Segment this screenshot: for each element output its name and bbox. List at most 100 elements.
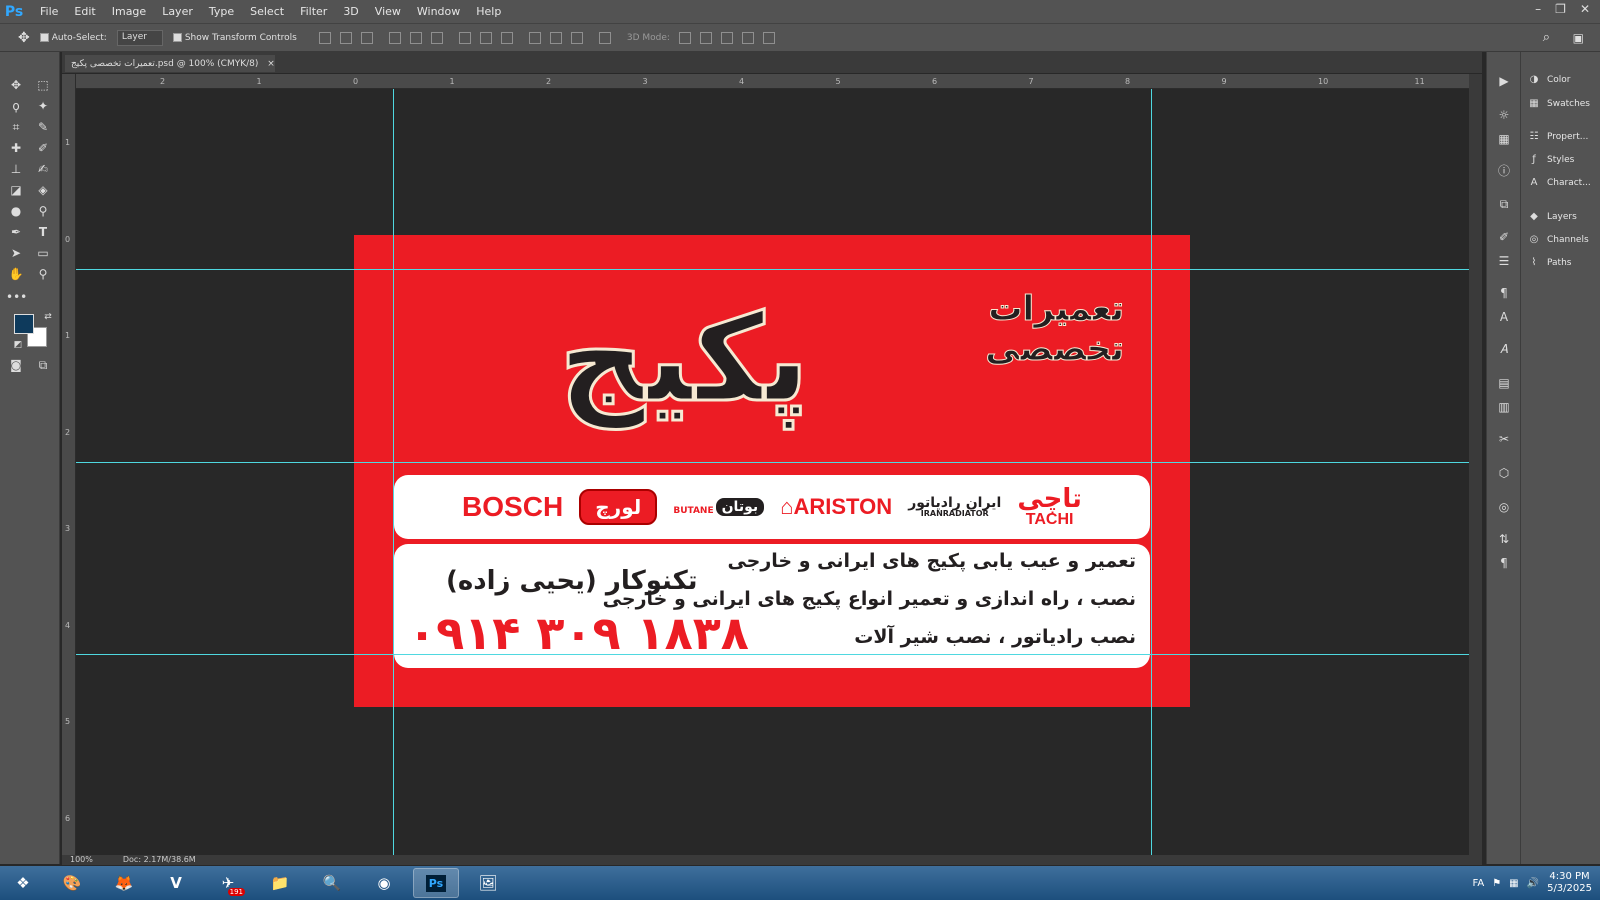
volume-icon[interactable]: 🔊 [1527, 878, 1539, 889]
swap-colors-icon[interactable]: ⇄ [38, 308, 58, 326]
clone-source-icon[interactable]: ⧉ [1494, 195, 1514, 213]
3d-scale-icon[interactable] [762, 31, 775, 44]
panel-layers[interactable]: ◆ Layers [1521, 207, 1600, 227]
eraser-tool-icon[interactable]: ◪ [6, 181, 26, 199]
taskbar-app[interactable]: ◉ [361, 868, 407, 898]
taskbar-app[interactable]: 🎨 [49, 868, 95, 898]
zoom-tool-icon[interactable]: ⚲ [33, 265, 53, 283]
distribute-top-icon[interactable] [458, 31, 471, 44]
align-right-icon[interactable] [430, 31, 443, 44]
close-document-icon[interactable]: × [267, 59, 275, 69]
align-vcenter-icon[interactable] [339, 31, 352, 44]
panel-character[interactable]: A Charact... [1521, 173, 1600, 193]
type-tool-icon[interactable]: T [33, 223, 53, 241]
clock[interactable]: 4:30 PM 5/3/2025 [1547, 871, 1592, 895]
crop-tool-icon[interactable]: ⌗ [6, 118, 26, 136]
menu-filter[interactable]: Filter [292, 5, 335, 18]
workspace-icon[interactable]: ▣ [1573, 31, 1584, 45]
path-selection-icon[interactable]: ➤ [6, 244, 26, 262]
libraries-icon[interactable]: ▤ [1494, 374, 1514, 392]
language-indicator[interactable]: FA [1473, 878, 1485, 889]
flag-icon[interactable]: ⚑ [1492, 878, 1501, 889]
info-icon[interactable]: ⓘ [1494, 162, 1514, 180]
taskbar-app[interactable]: V [153, 868, 199, 898]
menu-3d[interactable]: 3D [335, 5, 366, 18]
marquee-tool-icon[interactable]: ⬚ [33, 76, 53, 94]
3d-slide-icon[interactable] [741, 31, 754, 44]
rectangle-tool-icon[interactable]: ▭ [33, 244, 53, 262]
dodge-tool-icon[interactable]: ⚲ [33, 202, 53, 220]
distribute-hcenter-icon[interactable] [549, 31, 562, 44]
move-tool-icon[interactable]: ✥ [6, 76, 26, 94]
foreground-color-swatch[interactable] [14, 314, 34, 334]
align-hcenter-icon[interactable] [409, 31, 422, 44]
restore-button[interactable]: ❐ [1555, 2, 1566, 16]
align-top-icon[interactable] [318, 31, 331, 44]
taskbar-app[interactable]: Ps [413, 868, 459, 898]
history-brush-icon[interactable]: ✍ [33, 160, 53, 178]
taskbar-app[interactable]: 🦊 [101, 868, 147, 898]
panel-paths[interactable]: ⌇ Paths [1521, 253, 1600, 273]
glyphs-icon[interactable]: A [1494, 308, 1514, 326]
eyedropper-icon[interactable]: ✎ [33, 118, 53, 136]
brightness-icon[interactable]: ☼ [1494, 106, 1514, 124]
align-left-icon[interactable] [388, 31, 401, 44]
distribute-vcenter-icon[interactable] [479, 31, 492, 44]
guide-horizontal[interactable] [76, 462, 1469, 463]
zoom-level[interactable]: 100% [70, 855, 93, 865]
panel-color[interactable]: ◑ Color [1521, 70, 1600, 90]
show-transform-checkbox[interactable]: Show Transform Controls [172, 33, 297, 43]
magic-wand-icon[interactable]: ✦ [33, 97, 53, 115]
guide-horizontal[interactable] [76, 269, 1469, 270]
menu-file[interactable]: File [32, 5, 66, 18]
taskbar-app[interactable]: ✈ 191 [205, 868, 251, 898]
search-icon[interactable]: ⌕ [1543, 30, 1550, 45]
guide-vertical[interactable] [1151, 89, 1152, 855]
default-colors-icon[interactable]: ◩ [8, 336, 28, 354]
vertical-scrollbar[interactable] [1469, 74, 1482, 855]
menu-layer[interactable]: Layer [154, 5, 201, 18]
guide-vertical[interactable] [393, 89, 394, 855]
network-icon[interactable]: ▦ [1509, 878, 1518, 889]
histogram-icon[interactable]: ▦ [1494, 130, 1514, 148]
pen-tool-icon[interactable]: ✒ [6, 223, 26, 241]
document-tab[interactable]: تعمیرات تخصصی پکیج.psd @ 100% (CMYK/8) × [64, 54, 276, 73]
menu-select[interactable]: Select [242, 5, 292, 18]
menu-edit[interactable]: Edit [66, 5, 103, 18]
distribute-left-icon[interactable] [528, 31, 541, 44]
hand-tool-icon[interactable]: ✋ [6, 265, 26, 283]
minimize-button[interactable]: – [1535, 2, 1541, 16]
notes-icon[interactable]: ▥ [1494, 398, 1514, 416]
more-tools-icon[interactable]: ••• [6, 288, 27, 306]
menu-help[interactable]: Help [468, 5, 509, 18]
distribute-right-icon[interactable] [570, 31, 583, 44]
panel-properties[interactable]: ☷ Propert... [1521, 127, 1600, 147]
guide-horizontal[interactable] [76, 654, 1469, 655]
menu-type[interactable]: Type [201, 5, 242, 18]
menu-image[interactable]: Image [104, 5, 154, 18]
3d-orbit-icon[interactable] [678, 31, 691, 44]
taskbar-app[interactable]: 🔍 [309, 868, 355, 898]
taskbar-app[interactable]: 📁 [257, 868, 303, 898]
taskbar-app[interactable]: 🖼 [465, 868, 511, 898]
paragraph-icon[interactable]: ¶ [1494, 554, 1514, 572]
auto-select-dropdown[interactable]: Layer [116, 29, 163, 46]
lasso-tool-icon[interactable]: ϙ [6, 97, 26, 115]
blur-tool-icon[interactable]: ● [6, 202, 26, 220]
screen-mode-icon[interactable]: ⧉ [33, 356, 53, 374]
healing-brush-icon[interactable]: ✚ [6, 139, 26, 157]
3d-icon[interactable]: ⬡ [1494, 464, 1514, 482]
start-button[interactable]: ❖ [3, 868, 43, 898]
3d-roll-icon[interactable] [699, 31, 712, 44]
adjustments-icon[interactable]: ⇅ [1494, 530, 1514, 548]
character-styles-icon[interactable]: 𝐴 [1494, 340, 1514, 358]
quick-mask-icon[interactable]: ◙ [6, 356, 26, 374]
auto-align-icon[interactable] [598, 31, 611, 44]
panel-channels[interactable]: ◎ Channels [1521, 230, 1600, 250]
align-bottom-icon[interactable] [360, 31, 373, 44]
brush-tool-icon[interactable]: ✐ [33, 139, 53, 157]
scissors-icon[interactable]: ✂ [1494, 430, 1514, 448]
menu-view[interactable]: View [367, 5, 409, 18]
close-window-button[interactable]: ✕ [1580, 2, 1590, 16]
menu-window[interactable]: Window [409, 5, 468, 18]
